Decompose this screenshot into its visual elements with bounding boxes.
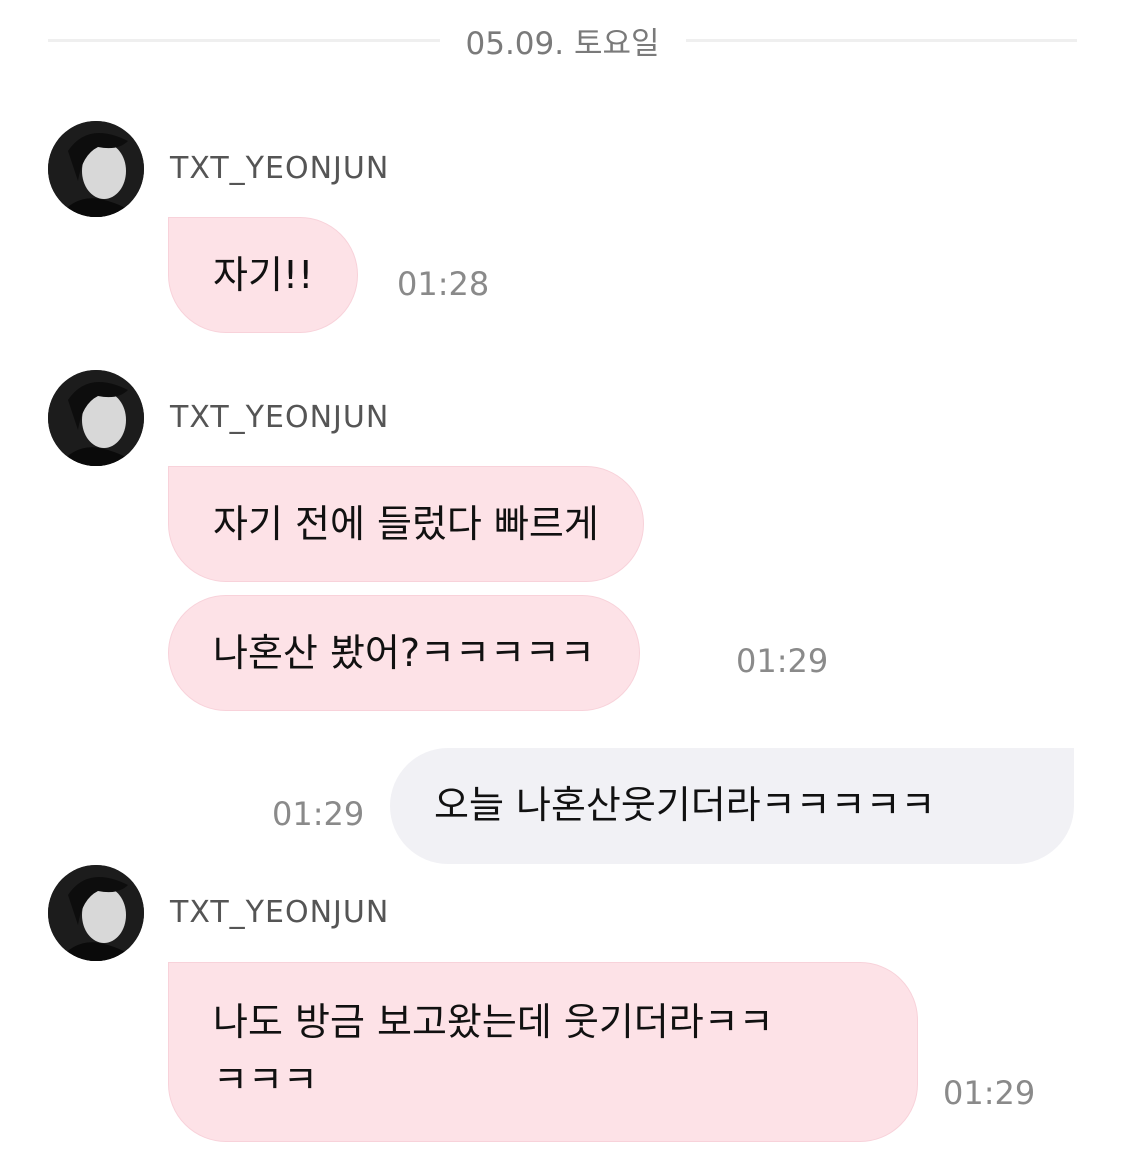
separator-line-left xyxy=(48,38,440,42)
avatar[interactable] xyxy=(48,121,144,217)
message-time: 01:29 xyxy=(736,642,829,680)
chat-view: 05.09. 토요일 TXT_YEONJUN 자기!! 01:28 TXT_YE… xyxy=(0,0,1125,1168)
message-bubble[interactable]: 자기 전에 들렀다 빠르게 xyxy=(168,466,644,582)
message-bubble[interactable]: 나도 방금 보고왔는데 웃기더라ㅋㅋ ㅋㅋㅋ xyxy=(168,962,918,1142)
avatar[interactable] xyxy=(48,865,144,961)
sender-name: TXT_YEONJUN xyxy=(170,895,390,930)
avatar[interactable] xyxy=(48,370,144,466)
separator-line-right xyxy=(685,38,1078,42)
sender-name: TXT_YEONJUN xyxy=(170,151,390,186)
message-time: 01:28 xyxy=(397,265,490,303)
message-bubble[interactable]: 자기!! xyxy=(168,217,359,333)
date-separator: 05.09. 토요일 xyxy=(48,14,1078,66)
message-bubble[interactable]: 나혼산 봤어?ㅋㅋㅋㅋㅋ xyxy=(168,595,640,711)
message-text-line: ㅋㅋㅋ xyxy=(213,1058,318,1102)
sender-name: TXT_YEONJUN xyxy=(170,400,390,435)
message-text-line: 나도 방금 보고왔는데 웃기더라ㅋㅋ xyxy=(213,1000,774,1044)
message-bubble-outgoing[interactable]: 오늘 나혼산웃기더라ㅋㅋㅋㅋㅋ xyxy=(390,748,1074,864)
date-label: 05.09. 토요일 xyxy=(465,25,660,62)
message-time: 01:29 xyxy=(272,795,365,833)
message-time: 01:29 xyxy=(943,1074,1036,1112)
